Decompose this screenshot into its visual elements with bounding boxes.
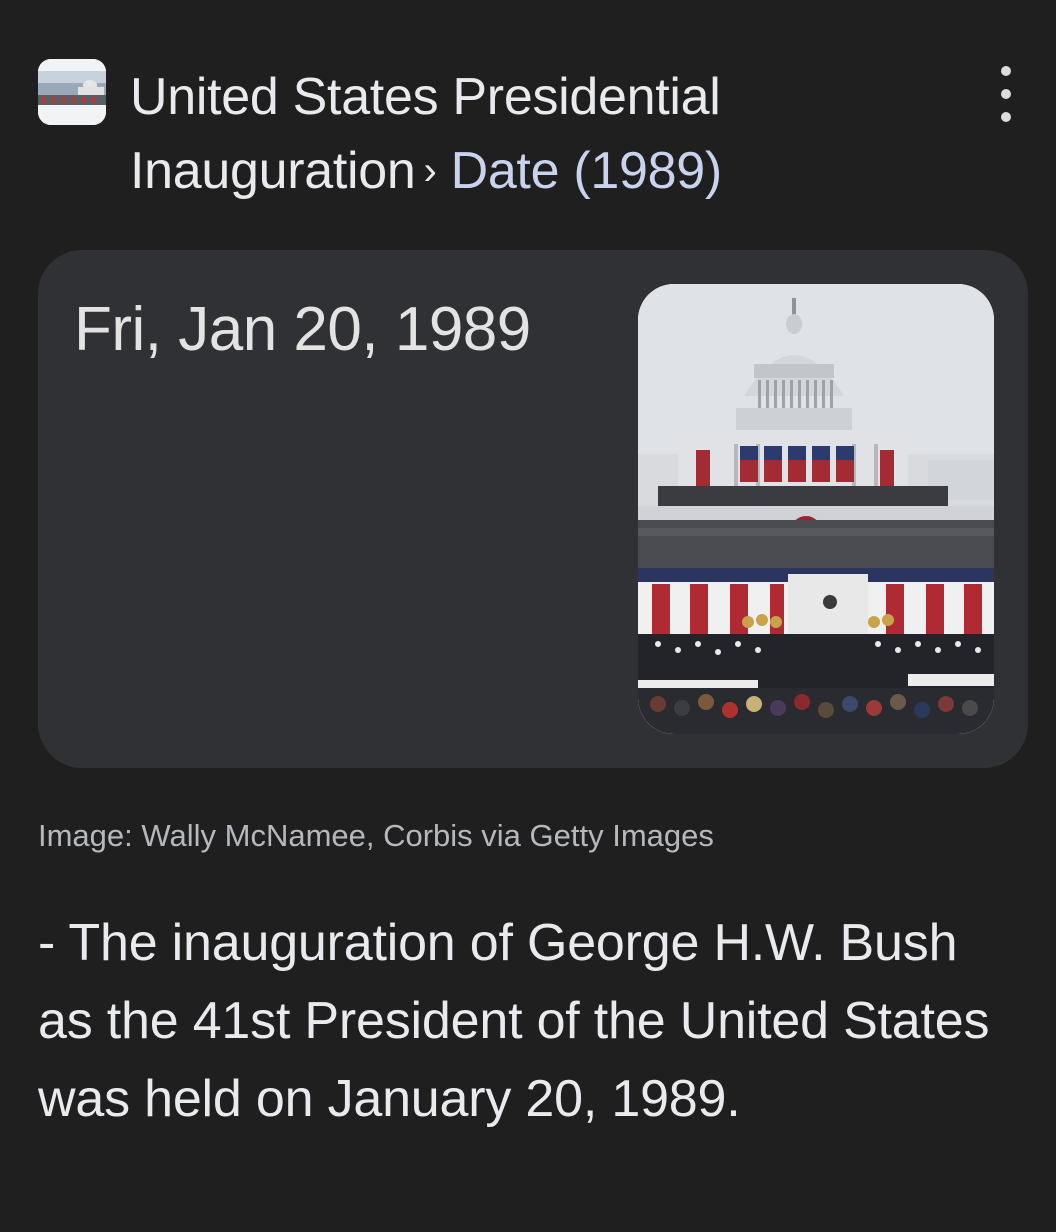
more-options-button[interactable] <box>994 66 1018 122</box>
capitol-inauguration-photo-icon <box>638 284 994 734</box>
more-vertical-icon <box>1001 112 1011 122</box>
result-header: United States Presidential Inauguration ›… <box>38 56 1018 206</box>
answer-date: Fri, Jan 20, 1989 <box>74 295 531 364</box>
inauguration-photo[interactable] <box>638 284 994 734</box>
breadcrumb: United States Presidential Inauguration ›… <box>130 60 890 212</box>
breadcrumb-current[interactable]: Date (1989) <box>451 142 723 200</box>
image-credit: Image: Wally McNamee, Corbis via Getty I… <box>38 818 714 853</box>
more-vertical-icon <box>1001 66 1011 76</box>
source-thumbnail[interactable] <box>38 59 106 125</box>
more-vertical-icon <box>1001 89 1011 99</box>
answer-card: Fri, Jan 20, 1989 <box>38 250 1028 768</box>
breadcrumb-separator: › <box>423 149 437 193</box>
answer-description: - The inauguration of George H.W. Bush a… <box>38 914 990 1128</box>
capitol-thumbnail-icon <box>38 59 106 125</box>
